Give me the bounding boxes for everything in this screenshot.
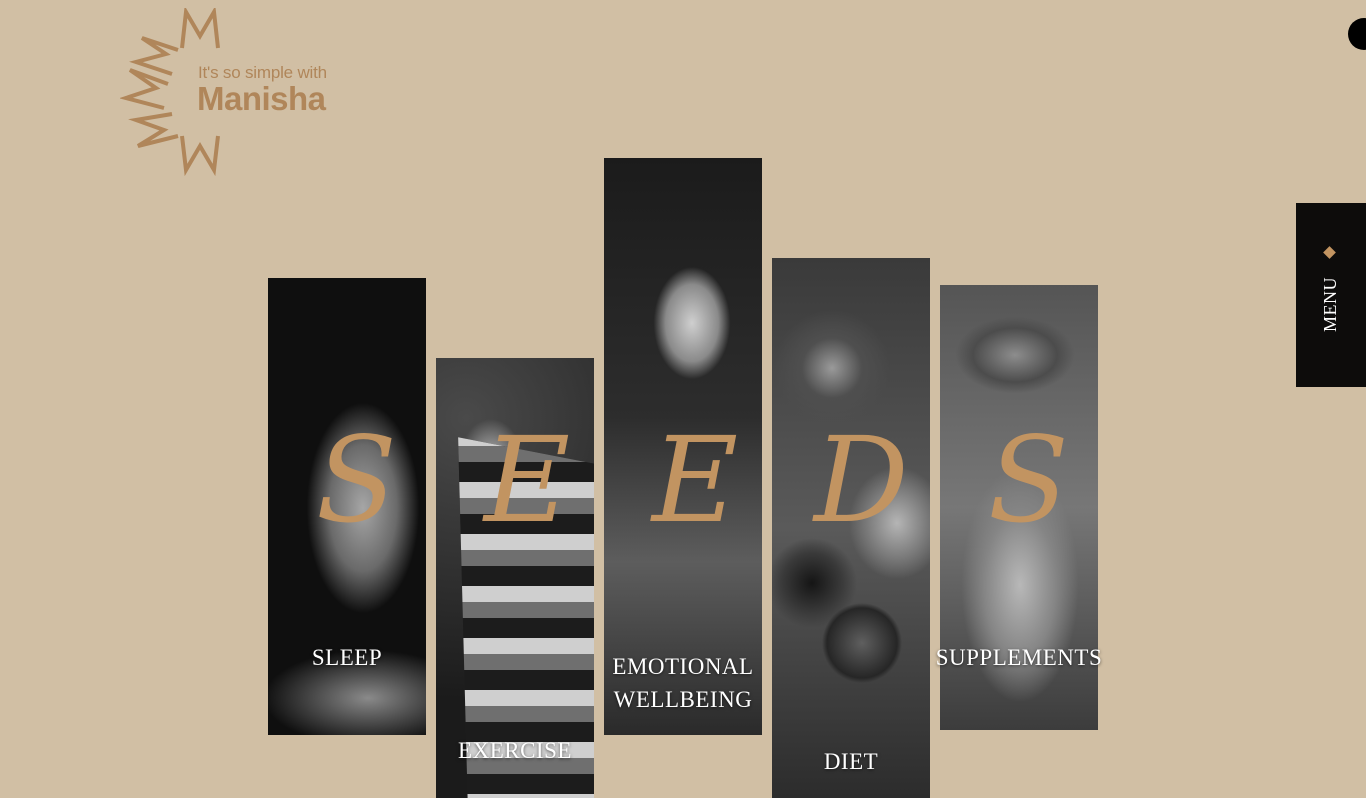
panel-exercise[interactable]: EXERCISE (436, 358, 594, 798)
panel-exercise-label: EXERCISE (458, 738, 572, 763)
panel-emotional-label-line1: EMOTIONAL (612, 654, 754, 679)
diet-image (772, 258, 930, 798)
panel-supplements[interactable]: SUPPLEMENTS (936, 285, 1102, 730)
panel-sleep[interactable]: SLEEP (268, 278, 426, 735)
exercise-image (458, 437, 594, 798)
panel-diet[interactable]: DIET (772, 258, 930, 798)
menu-button[interactable]: MENU (1296, 203, 1366, 387)
panel-diet-label: DIET (823, 749, 879, 774)
panel-sleep-label: SLEEP (311, 645, 383, 670)
panel-emotional-label-line2: WELLBEING (613, 687, 753, 712)
panel-supplements-label: SUPPLEMENTS (935, 645, 1103, 670)
cursor-dot (1348, 18, 1366, 50)
emotional-wellbeing-image (604, 158, 762, 735)
brand-logo[interactable]: It's so simple with Manisha (120, 8, 370, 178)
diamond-icon (1323, 246, 1336, 259)
menu-label: MENU (1320, 277, 1340, 332)
panel-emotional-wellbeing[interactable]: EMOTIONAL WELLBEING (604, 158, 762, 735)
brand-name: Manisha (197, 80, 326, 117)
